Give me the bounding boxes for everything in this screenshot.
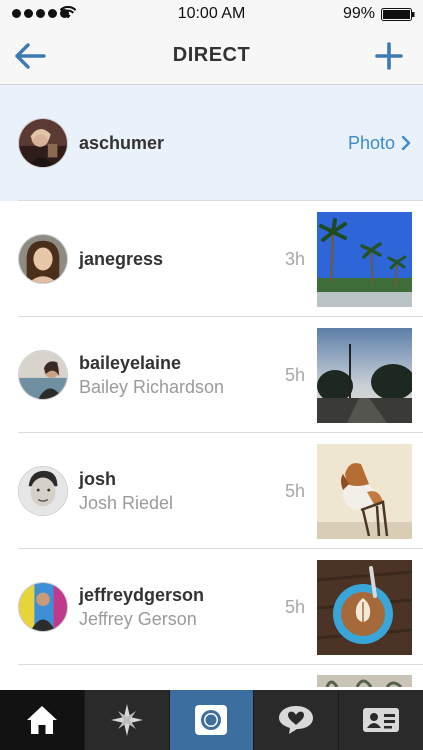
full-name: Jeffrey Gerson [79, 609, 197, 629]
avatar [18, 234, 68, 284]
timestamp: 3h [284, 248, 305, 269]
tab-home[interactable] [0, 690, 85, 750]
battery-icon [381, 8, 415, 21]
thread-row-aschumer[interactable]: aschumer Photo [0, 85, 423, 201]
thread-names: jeffreydgerson Jeffrey Gerson [79, 549, 204, 665]
tab-activity[interactable] [254, 690, 340, 750]
username: josh [79, 469, 117, 489]
chevron-right-icon [401, 135, 411, 151]
battery-percentage: 99% [342, 5, 375, 22]
tab-explore[interactable] [85, 690, 170, 750]
timestamp: 5h [284, 480, 305, 501]
thread-row-janegress[interactable]: janegress 3h [0, 201, 423, 317]
thread-names: aschumer [79, 85, 164, 201]
page-title: DIRECT [172, 44, 251, 66]
photo-thumbnail[interactable] [317, 212, 412, 307]
thread-list: aschumer Photo janegress 3h baileyelaine… [0, 85, 423, 690]
home-icon [26, 706, 57, 734]
activity-icon [279, 706, 314, 734]
tab-profile[interactable] [339, 690, 423, 750]
avatar [18, 350, 68, 400]
avatar [18, 118, 68, 168]
status-bar: 10:00 AM 99% [0, 0, 423, 28]
new-message-plus-icon[interactable] [375, 42, 403, 70]
timestamp: 5h [284, 596, 305, 617]
username: aschumer [79, 133, 165, 153]
timestamp: 5h [284, 364, 305, 385]
avatar [18, 466, 68, 516]
photo-thumbnail[interactable] [317, 560, 412, 655]
username: jeffreydgerson [79, 585, 205, 605]
username: janegress [79, 249, 164, 269]
photo-thumbnail[interactable] [317, 444, 412, 539]
thread-names: josh Josh Riedel [79, 433, 173, 549]
thread-names: baileyelaine Bailey Richardson [79, 317, 224, 433]
full-name: Bailey Richardson [79, 377, 225, 397]
photo-link[interactable]: Photo [348, 85, 411, 201]
full-name: Josh Riedel [79, 493, 174, 513]
photo-thumbnail[interactable] [317, 328, 412, 423]
username: baileyelaine [79, 353, 182, 373]
photo-thumbnail[interactable] [317, 675, 412, 687]
thread-names: janegress [79, 201, 163, 317]
thread-row-jeffreydgerson[interactable]: jeffreydgerson Jeffrey Gerson 5h [0, 549, 423, 665]
direct-screen: 10:00 AM 99% DIRECT aschumer Photo janeg… [0, 0, 423, 750]
thread-row-baileyelaine[interactable]: baileyelaine Bailey Richardson 5h [0, 317, 423, 433]
navigation-bar: DIRECT [0, 28, 423, 85]
camera-icon [195, 705, 228, 735]
thread-row-partial[interactable] [0, 665, 423, 690]
explore-icon [110, 704, 143, 736]
tab-camera[interactable] [169, 690, 255, 750]
profile-icon [363, 708, 400, 732]
thread-row-josh[interactable]: josh Josh Riedel 5h [0, 433, 423, 549]
photo-label: Photo [347, 132, 395, 153]
avatar [18, 582, 68, 632]
tab-bar [0, 690, 423, 750]
